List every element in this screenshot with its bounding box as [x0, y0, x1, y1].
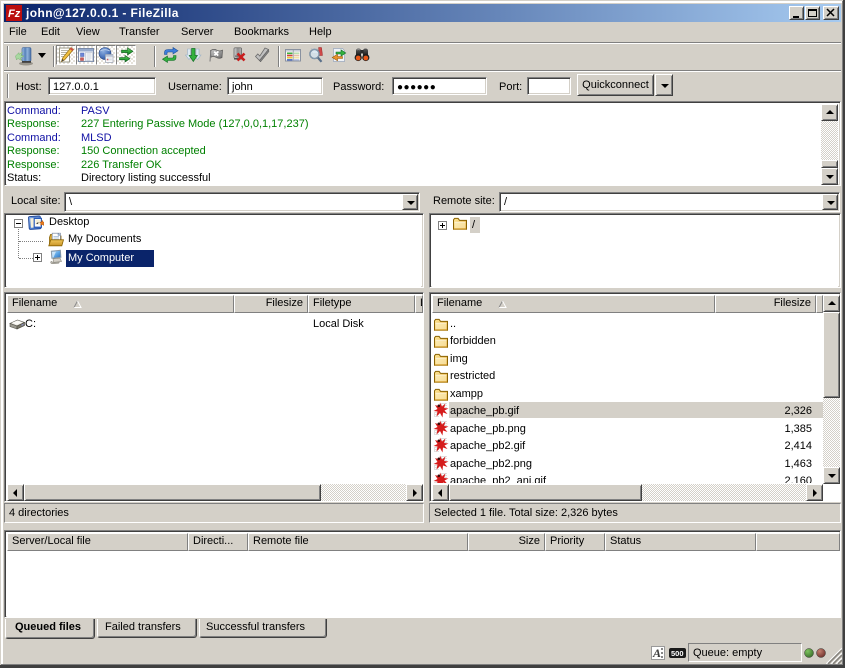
- svg-text:A: A: [652, 646, 661, 660]
- svg-text:Fz: Fz: [8, 8, 21, 20]
- svg-text:500: 500: [671, 649, 684, 658]
